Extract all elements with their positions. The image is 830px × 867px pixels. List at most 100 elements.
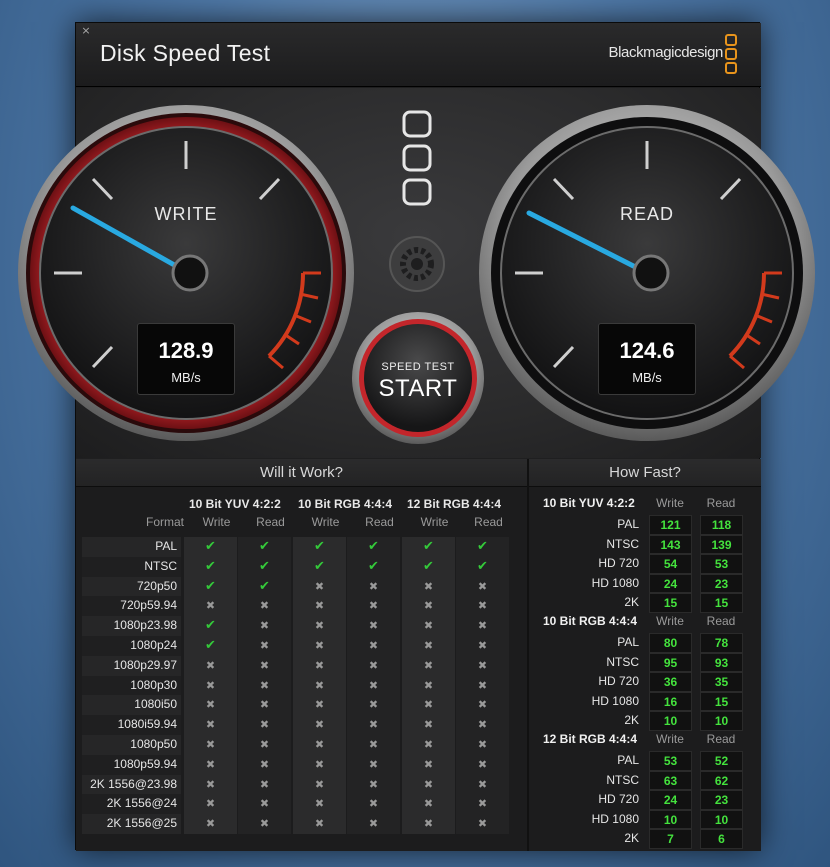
format-label: HD 720 — [598, 792, 639, 806]
checkmark-icon: ✔ — [184, 636, 237, 656]
checkmark-icon: ✔ — [184, 576, 237, 597]
cross-icon: ✖ — [456, 675, 509, 696]
cross-icon: ✖ — [402, 794, 455, 815]
read-fps-value: 93 — [700, 652, 743, 672]
cross-icon: ✖ — [402, 715, 455, 735]
table-row: 1080p30 ✖ ✖ ✖ ✖ ✖ ✖ — [82, 675, 512, 696]
checkmark-icon: ✔ — [184, 616, 237, 636]
cross-icon: ✖ — [402, 576, 455, 597]
write-gauge-red-ticks — [268, 271, 321, 370]
read-fps-value: 62 — [700, 770, 743, 790]
cross-icon: ✖ — [184, 596, 237, 617]
read-fps-value: 15 — [700, 593, 743, 613]
cross-icon: ✖ — [347, 655, 400, 676]
table-row: 1080p24 ✔ ✖ ✖ ✖ ✖ ✖ — [82, 636, 512, 656]
read-fps-value: 10 — [700, 809, 743, 829]
read-fps-value: 23 — [700, 790, 743, 810]
format-label: 2K 1556@25 — [82, 814, 181, 834]
write-column-label: Write — [656, 732, 684, 746]
cross-icon: ✖ — [456, 616, 509, 636]
results-panel: Will it Work? How Fast? 10 Bit YUV 4:2:2… — [76, 459, 761, 851]
table-row: 1080p23.98 ✔ ✖ ✖ ✖ ✖ ✖ — [82, 616, 512, 636]
read-fps-value: 52 — [700, 751, 743, 771]
read-fps-value: 53 — [700, 554, 743, 574]
cross-icon: ✖ — [238, 675, 291, 696]
read-speed-unit: MB/s — [632, 370, 662, 385]
table-row: 1080p59.94 ✖ ✖ ✖ ✖ ✖ ✖ — [82, 754, 512, 775]
group-header: 10 Bit YUV 4:2:2 — [189, 497, 281, 511]
table-row: NTSC ✔ ✔ ✔ ✔ ✔ ✔ — [82, 556, 512, 577]
table-row: 1080i50 ✖ ✖ ✖ ✖ ✖ ✖ — [82, 695, 512, 716]
cross-icon: ✖ — [184, 675, 237, 696]
gauge-panel: WRITE 128.9 MB/s READ 124.6 MB/s SPEED T… — [18, 88, 815, 458]
start-button[interactable]: SPEED TEST START — [364, 325, 472, 433]
read-column-label: Read — [474, 515, 503, 529]
read-fps-value: 139 — [700, 534, 743, 554]
start-button-label: START — [378, 375, 458, 402]
cross-icon: ✖ — [456, 576, 509, 597]
format-label: PAL — [617, 635, 639, 649]
cross-icon: ✖ — [347, 695, 400, 716]
write-fps-value: 10 — [649, 809, 692, 829]
checkmark-icon: ✔ — [402, 556, 455, 577]
format-label: PAL — [617, 517, 639, 531]
write-fps-value: 63 — [649, 770, 692, 790]
cross-icon: ✖ — [293, 596, 346, 617]
start-button-caption: SPEED TEST — [381, 361, 455, 373]
cross-icon: ✖ — [293, 794, 346, 815]
read-fps-value: 6 — [700, 829, 743, 849]
read-gauge-redline — [728, 272, 767, 358]
format-label: 2K — [624, 831, 639, 845]
cross-icon: ✖ — [402, 675, 455, 696]
format-label: 1080p29.97 — [82, 655, 181, 676]
write-speed-unit: MB/s — [171, 370, 201, 385]
format-label: NTSC — [606, 772, 639, 787]
close-icon[interactable]: × — [80, 25, 92, 37]
cross-icon: ✖ — [184, 774, 237, 795]
group-header: 10 Bit RGB 4:4:4 — [298, 497, 393, 511]
cross-icon: ✖ — [293, 576, 346, 597]
cross-icon: ✖ — [293, 616, 346, 636]
cross-icon: ✖ — [402, 596, 455, 617]
cross-icon: ✖ — [347, 735, 400, 755]
write-fps-value: 143 — [649, 534, 692, 554]
cross-icon: ✖ — [402, 754, 455, 775]
cross-icon: ✖ — [347, 616, 400, 636]
cross-icon: ✖ — [184, 695, 237, 716]
cross-icon: ✖ — [238, 754, 291, 775]
cross-icon: ✖ — [347, 774, 400, 795]
write-column-label: Write — [420, 515, 449, 529]
format-label: HD 1080 — [591, 811, 639, 826]
group-header: 10 Bit YUV 4:2:2 — [543, 496, 635, 510]
format-label: NTSC — [606, 654, 639, 669]
group-header: 10 Bit RGB 4:4:4 — [543, 614, 638, 628]
cross-icon: ✖ — [402, 695, 455, 716]
read-column-label: Read — [365, 515, 394, 529]
cross-icon: ✖ — [456, 774, 509, 795]
format-label: NTSC — [606, 536, 639, 551]
cross-icon: ✖ — [184, 715, 237, 735]
table-row: 2K 1556@23.98 ✖ ✖ ✖ ✖ ✖ ✖ — [82, 774, 512, 795]
format-label: 720p59.94 — [82, 596, 181, 617]
cross-icon: ✖ — [293, 715, 346, 735]
cross-icon: ✖ — [238, 794, 291, 815]
cross-icon: ✖ — [293, 695, 346, 716]
cross-icon: ✖ — [402, 735, 455, 755]
write-fps-value: 53 — [649, 751, 692, 771]
disk-speed-test-window: × Disk Speed Test Blackmagicdesign WRITE… — [18, 22, 815, 851]
write-fps-value: 10 — [649, 711, 692, 731]
format-label: 2K 1556@24 — [82, 794, 181, 815]
write-gauge-redline — [267, 272, 306, 358]
cross-icon: ✖ — [347, 715, 400, 735]
read-gauge-red-ticks — [729, 271, 782, 370]
cross-icon: ✖ — [293, 774, 346, 795]
table-row: 1080p50 ✖ ✖ ✖ ✖ ✖ ✖ — [82, 735, 512, 755]
format-label: 1080i50 — [82, 695, 181, 716]
gear-icon[interactable] — [389, 236, 445, 292]
read-column-label: Read — [706, 496, 736, 510]
write-column-label: Write — [311, 515, 340, 529]
cross-icon: ✖ — [347, 754, 400, 775]
cross-icon: ✖ — [456, 814, 509, 834]
read-column-label: Read — [706, 614, 736, 628]
write-fps-value: 36 — [649, 672, 692, 692]
